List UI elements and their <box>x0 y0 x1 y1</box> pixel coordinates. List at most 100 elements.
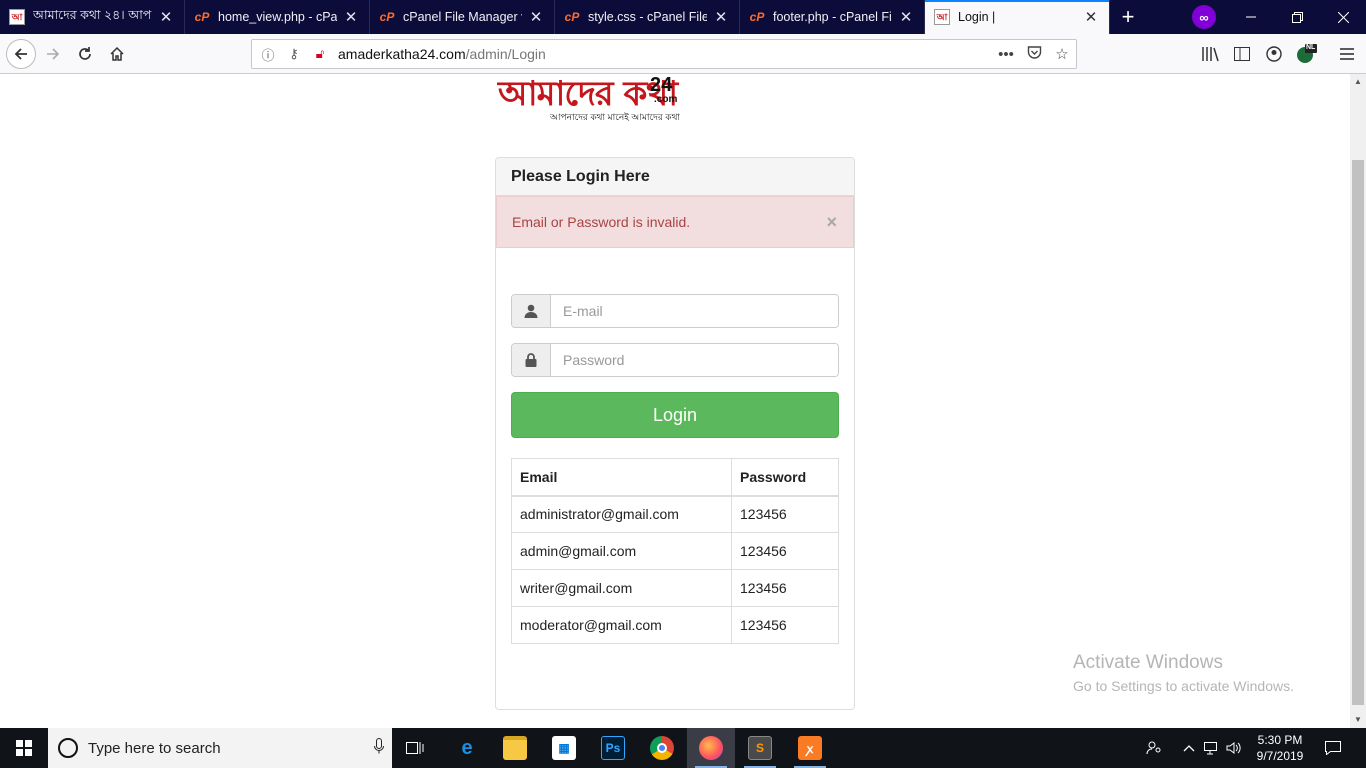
tray-expand-icon[interactable] <box>1180 728 1198 768</box>
account-icon[interactable] <box>1263 44 1285 64</box>
microphone-icon[interactable] <box>366 738 392 758</box>
tab-style-css[interactable]: cP style.css - cPanel File Manager ✕ <box>555 0 740 34</box>
password-input-group <box>511 343 839 377</box>
table-row: writer@gmail.com 123456 <box>511 569 839 607</box>
forward-arrow-icon <box>47 48 60 60</box>
insecure-lock-icon[interactable]: 🔓︎ <box>310 46 330 62</box>
page-viewport: আমাদের কথা 24 .com আপনাদের কথা মানেই আমা… <box>0 74 1350 728</box>
alert-close-button[interactable]: × <box>826 212 837 233</box>
chrome-app-icon[interactable] <box>638 728 686 768</box>
pocket-icon[interactable] <box>1020 45 1048 63</box>
tab-title: Login | <box>958 10 996 24</box>
private-browsing-icon: ∞ <box>1192 5 1216 29</box>
info-icon[interactable]: ⓘ <box>258 45 278 64</box>
close-icon[interactable]: ✕ <box>343 8 359 26</box>
close-icon <box>1337 11 1349 23</box>
volume-icon[interactable] <box>1224 728 1244 768</box>
alert-message: Email or Password is invalid. <box>512 214 691 230</box>
back-button[interactable] <box>6 39 36 69</box>
sublime-text-app-icon[interactable]: S <box>736 728 784 768</box>
clock-time: 5:30 PM <box>1257 733 1303 747</box>
site-logo-icon: আ <box>934 9 950 25</box>
tab-footer-php[interactable]: cP footer.php - cPanel File ✕ <box>740 0 925 34</box>
cpanel-icon: cP <box>564 10 580 24</box>
home-button[interactable] <box>104 41 130 67</box>
bookmark-star-icon[interactable]: ☆ <box>1048 45 1076 63</box>
restore-button[interactable] <box>1274 0 1320 34</box>
home-icon <box>110 46 124 61</box>
photoshop-app-icon[interactable]: Ps <box>589 728 637 768</box>
network-icon[interactable] <box>1202 728 1222 768</box>
close-icon[interactable]: ✕ <box>528 8 544 26</box>
taskbar-search[interactable]: Type here to search <box>48 728 392 768</box>
watermark-subtitle: Go to Settings to activate Windows. <box>1073 678 1294 694</box>
extension-badge: NL <box>1306 44 1316 51</box>
close-icon[interactable]: ✕ <box>898 8 914 26</box>
menu-icon[interactable] <box>1336 44 1358 64</box>
logo-suffix: .com <box>654 94 678 105</box>
url-domain: amaderkatha24.com <box>338 46 466 62</box>
system-clock[interactable]: 5:30 PM 9/7/2019 <box>1250 732 1310 764</box>
tab-file-manager[interactable]: cP cPanel File Manager v3 ✕ <box>370 0 555 34</box>
close-icon[interactable]: ✕ <box>158 8 174 26</box>
table-header-row: Email Password <box>511 458 839 497</box>
scroll-down-arrow-icon[interactable]: ▼ <box>1350 712 1366 728</box>
task-view-button[interactable] <box>392 728 440 768</box>
minimize-button[interactable] <box>1228 0 1274 34</box>
new-tab-button[interactable]: + <box>1110 0 1146 34</box>
page-scrollbar[interactable]: ▲ ▼ <box>1350 74 1366 728</box>
tab-title: আমাদের কথা ২৪। আপ <box>33 8 152 22</box>
navigation-toolbar: ⓘ ⚷ 🔓︎ amaderkatha24.com/admin/Login •••… <box>0 34 1366 74</box>
page-actions-icon[interactable]: ••• <box>992 46 1020 63</box>
key-icon[interactable]: ⚷ <box>284 46 304 62</box>
activate-windows-watermark: Activate Windows Go to Settings to activ… <box>1073 652 1294 694</box>
address-bar[interactable]: ⓘ ⚷ 🔓︎ amaderkatha24.com/admin/Login •••… <box>251 39 1077 69</box>
table-row: admin@gmail.com 123456 <box>511 532 839 570</box>
scroll-up-arrow-icon[interactable]: ▲ <box>1350 74 1366 90</box>
firefox-app-icon[interactable] <box>687 728 735 768</box>
email-cell: administrator@gmail.com <box>511 495 732 533</box>
forward-button[interactable] <box>40 41 66 67</box>
url-path: /admin/Login <box>465 46 546 62</box>
start-button[interactable] <box>0 728 48 768</box>
lock-icon <box>512 344 551 376</box>
login-button[interactable]: Login <box>511 392 839 438</box>
site-logo[interactable]: আমাদের কথা 24 .com আপনাদের কথা মানেই আমা… <box>498 74 680 128</box>
windows-logo-icon <box>16 740 32 756</box>
notifications-icon[interactable] <box>1318 728 1348 768</box>
tab-login[interactable]: আ Login | ✕ <box>925 0 1110 34</box>
library-icon[interactable] <box>1199 44 1221 64</box>
login-panel: Please Login Here Email or Password is i… <box>495 157 855 710</box>
reload-icon <box>79 47 91 60</box>
table-row: moderator@gmail.com 123456 <box>511 606 839 644</box>
url-text[interactable]: amaderkatha24.com/admin/Login <box>338 46 992 62</box>
close-icon[interactable]: ✕ <box>713 8 729 26</box>
xampp-app-icon[interactable]: ꭗ <box>786 728 834 768</box>
tab-strip: আ আমাদের কথা ২৪। আপ ✕ cP home_view.php -… <box>0 0 1366 34</box>
close-window-button[interactable] <box>1320 0 1366 34</box>
people-icon[interactable] <box>1142 728 1166 768</box>
edge-app-icon[interactable]: e <box>443 728 491 768</box>
cortana-icon <box>58 738 78 758</box>
store-app-icon[interactable]: ▦ <box>540 728 588 768</box>
file-explorer-app-icon[interactable] <box>491 728 539 768</box>
reload-button[interactable] <box>72 41 98 67</box>
scroll-thumb[interactable] <box>1352 160 1364 705</box>
email-field[interactable] <box>551 295 838 327</box>
restore-icon <box>1291 11 1303 23</box>
password-field[interactable] <box>551 344 838 376</box>
windows-taskbar: Type here to search e ▦ Ps S ꭗ 5:30 PM 9… <box>0 728 1366 768</box>
tab-amaderkatha[interactable]: আ আমাদের কথা ২৪। আপ ✕ <box>0 0 185 34</box>
password-cell: 123456 <box>731 495 839 533</box>
clock-date: 9/7/2019 <box>1256 749 1304 763</box>
cpanel-icon: cP <box>194 10 210 24</box>
tab-home-view[interactable]: cP home_view.php - cPanel ✕ <box>185 0 370 34</box>
column-header-password: Password <box>731 458 839 497</box>
vpn-extension-icon[interactable]: NL <box>1295 44 1317 64</box>
sidebar-icon[interactable] <box>1231 44 1253 64</box>
site-logo-icon: আ <box>9 9 25 25</box>
user-icon <box>512 295 551 327</box>
close-icon[interactable]: ✕ <box>1083 8 1099 26</box>
search-placeholder: Type here to search <box>88 739 221 757</box>
tab-title: style.css - cPanel File Manager <box>588 10 707 24</box>
